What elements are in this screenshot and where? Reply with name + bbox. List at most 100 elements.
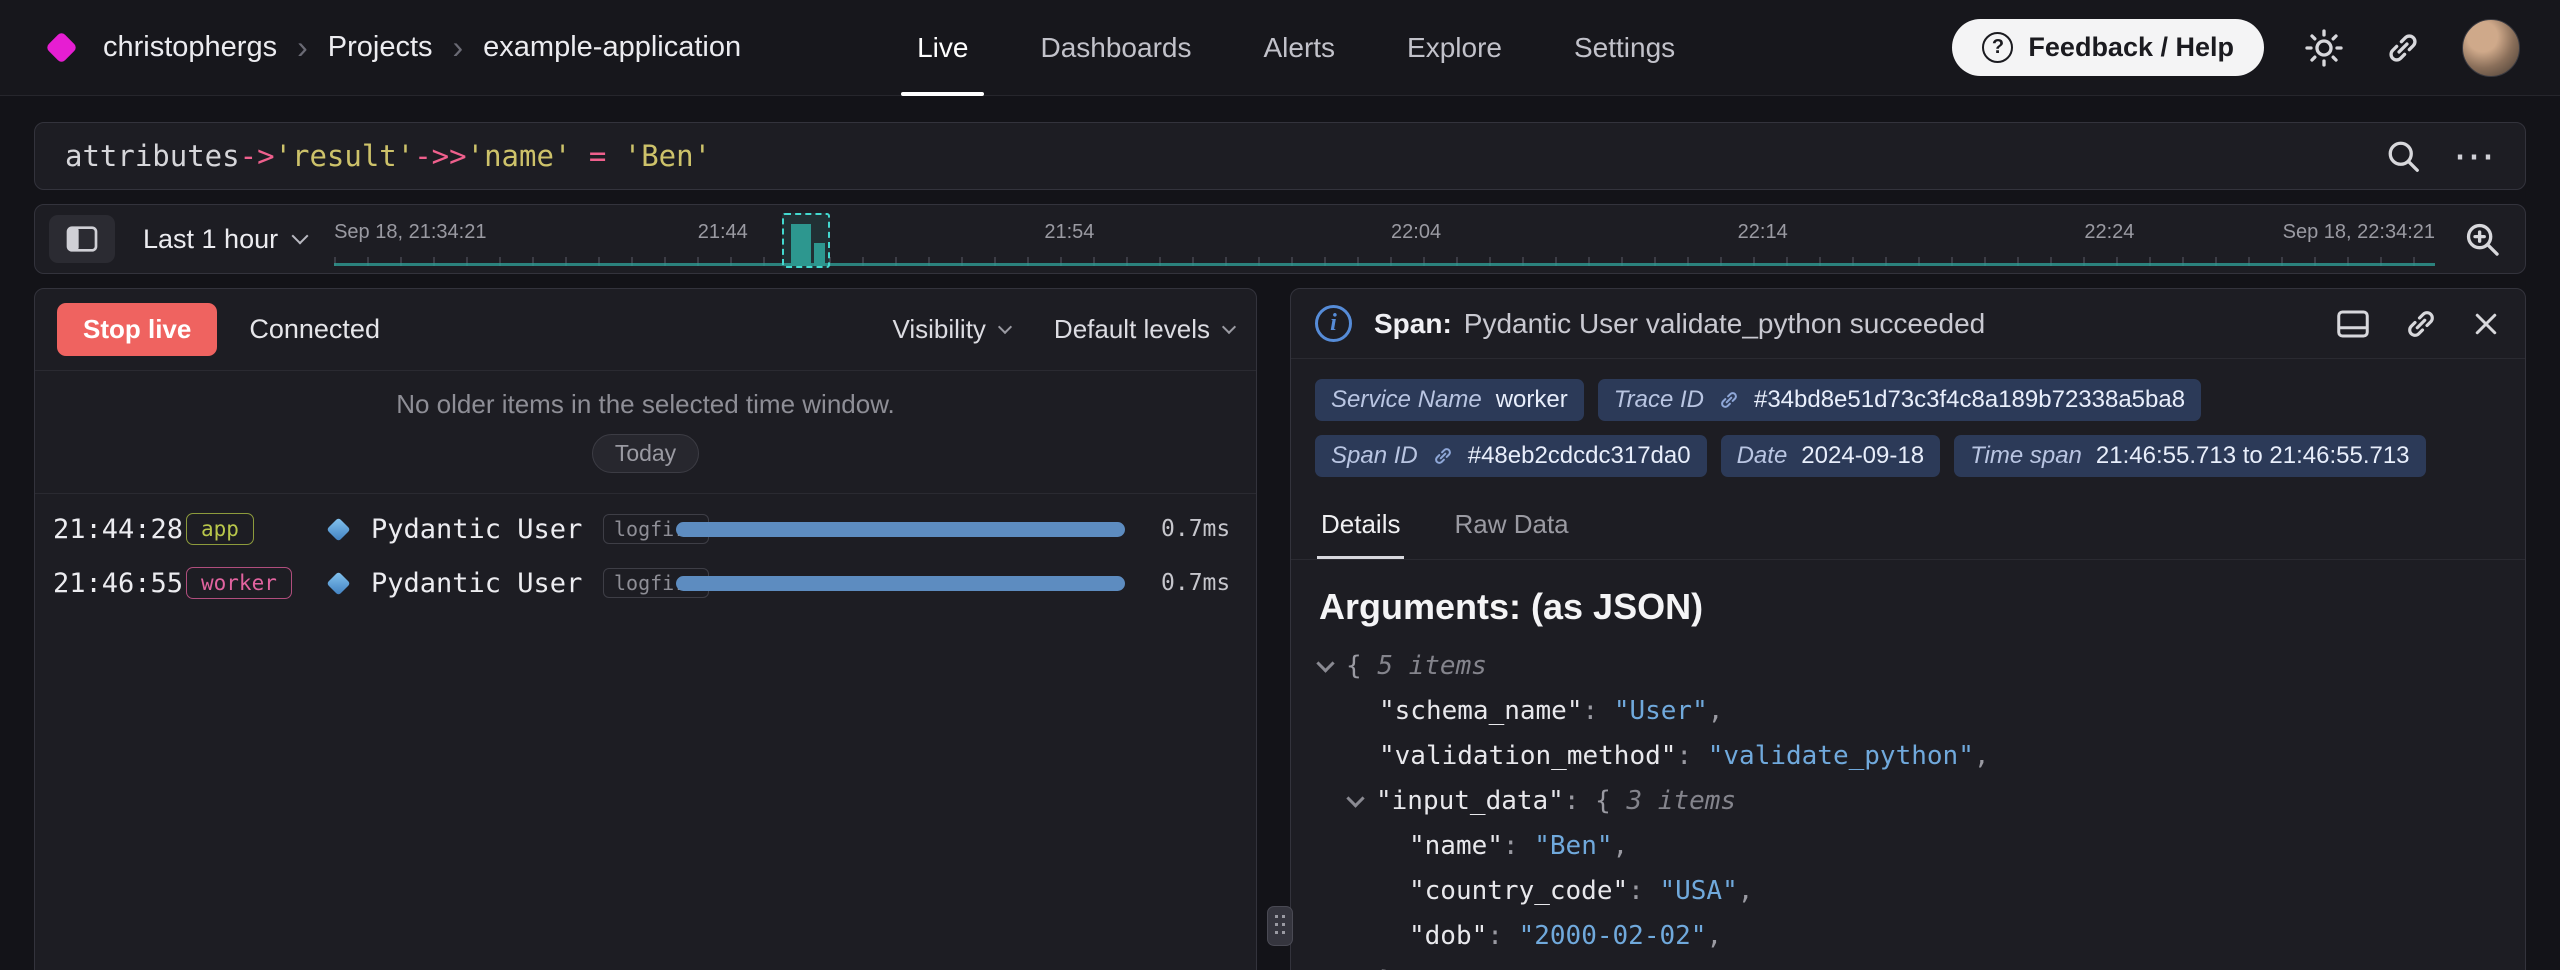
timeline-axis[interactable]: Sep 18, 21:34:2121:4421:5422:0422:1422:2… xyxy=(334,205,2435,273)
breadcrumb-separator-icon: › xyxy=(453,29,464,66)
logfire-logo-icon[interactable] xyxy=(45,31,78,64)
query-token: = xyxy=(571,139,623,173)
histogram-bar xyxy=(791,224,811,266)
span-badges: Service Name worker Trace ID #34bd8e51d73c… xyxy=(1291,359,2525,481)
badge-value: 2024-09-18 xyxy=(1801,442,1924,470)
duration-bar xyxy=(676,576,1125,591)
breadcrumb-item[interactable]: christophergs xyxy=(103,31,277,64)
nav-item-dashboards[interactable]: Dashboards xyxy=(1004,0,1227,96)
json-line: } xyxy=(1319,959,2497,970)
chevron-down-icon xyxy=(1222,319,1236,333)
breadcrumb: christophergs › Projects › example-applicati… xyxy=(103,29,741,66)
span-detail-panel: i Span:Pydantic User validate_python suc… xyxy=(1290,288,2526,970)
json-line: "input_data": { 3 items xyxy=(1319,779,2497,824)
environment-tag: app xyxy=(186,513,254,545)
search-icon[interactable] xyxy=(2385,138,2421,174)
breadcrumb-separator-icon: › xyxy=(297,29,308,66)
span-attribute-badge[interactable]: Span ID #48eb2cdcdc317da0 xyxy=(1315,435,1707,477)
empty-state: No older items in the selected time wind… xyxy=(35,370,1256,494)
live-panel-header: Stop live Connected Visibility Default l… xyxy=(35,289,1256,370)
badge-value: 21:46:55.713 to 21:46:55.713 xyxy=(2096,442,2410,470)
live-panel: Stop live Connected Visibility Default l… xyxy=(34,288,1257,970)
stop-live-button[interactable]: Stop live xyxy=(57,303,217,356)
tab-raw-data[interactable]: Raw Data xyxy=(1450,493,1572,559)
copy-link-icon[interactable] xyxy=(2403,306,2439,342)
main-nav: LiveDashboardsAlertsExploreSettings xyxy=(881,0,1711,96)
span-title-prefix: Span: xyxy=(1374,308,1452,339)
timeline-tick-label: 21:44 xyxy=(698,221,748,244)
time-range-label: Last 1 hour xyxy=(143,224,278,255)
feedback-help-button[interactable]: ? Feedback / Help xyxy=(1952,19,2264,76)
json-line: "country_code": "USA", xyxy=(1319,869,2497,914)
share-link-icon[interactable] xyxy=(2384,29,2422,67)
connection-status: Connected xyxy=(249,314,380,345)
timeline-tick-label: Sep 18, 22:34:21 xyxy=(2283,221,2435,244)
json-line: "schema_name": "User", xyxy=(1319,689,2497,734)
panel-left-toggle-icon[interactable] xyxy=(49,215,115,263)
timeline-bar: Last 1 hour Sep 18, 21:34:2121:4421:5422… xyxy=(34,204,2526,274)
badge-label: Service Name xyxy=(1331,386,1482,414)
badge-label: Date xyxy=(1737,442,1788,470)
span-attribute-badge[interactable]: Trace ID #34bd8e51d73c3f4c8a189b72338a5b… xyxy=(1598,379,2201,421)
badge-label: Time span xyxy=(1970,442,2082,470)
collapse-caret-icon[interactable] xyxy=(1316,654,1334,672)
json-line: "dob": "2000-02-02", xyxy=(1319,914,2497,959)
query-input[interactable]: attributes->'result'->>'name' = 'Ben' xyxy=(65,139,711,173)
query-token: 'name' xyxy=(467,139,572,173)
badge-value: worker xyxy=(1496,386,1568,414)
detail-body: Arguments: (as JSON) { 5 items"schema_na… xyxy=(1291,560,2525,970)
timeline-tick-label: 22:24 xyxy=(2084,221,2134,244)
empty-message: No older items in the selected time wind… xyxy=(35,389,1256,420)
nav-item-alerts[interactable]: Alerts xyxy=(1227,0,1371,96)
log-row[interactable]: 21:46:55workerPydantic Userlogfire0.7ms xyxy=(35,560,1256,606)
default-levels-dropdown[interactable]: Default levels xyxy=(1054,314,1234,345)
breadcrumb-item[interactable]: example-application xyxy=(483,31,741,64)
span-title: Span:Pydantic User validate_python succe… xyxy=(1374,308,1985,340)
dock-panel-icon[interactable] xyxy=(2335,306,2371,342)
environment-tag: worker xyxy=(186,567,292,599)
badge-value: #48eb2cdcdc317da0 xyxy=(1468,442,1691,470)
query-bar[interactable]: attributes->'result'->>'name' = 'Ben' ⋯ xyxy=(34,122,2526,190)
navbar-actions: ? Feedback / Help xyxy=(1952,19,2520,77)
log-rows: 21:44:28appPydantic Userlogfire0.7ms21:4… xyxy=(35,494,1256,626)
query-token: attributes xyxy=(65,139,240,173)
nav-item-live[interactable]: Live xyxy=(881,0,1004,96)
duration-bar xyxy=(676,522,1125,537)
nav-item-settings[interactable]: Settings xyxy=(1538,0,1711,96)
query-token: 'Ben' xyxy=(624,139,711,173)
timeline-selection[interactable] xyxy=(782,213,830,268)
arguments-heading: Arguments: (as JSON) xyxy=(1319,586,2497,628)
nav-item-explore[interactable]: Explore xyxy=(1371,0,1538,96)
span-attribute-badge: Date 2024-09-18 xyxy=(1721,435,1940,477)
more-options-icon[interactable]: ⋯ xyxy=(2453,146,2495,166)
badge-label: Trace ID xyxy=(1614,386,1704,414)
timeline-tick-label: Sep 18, 21:34:21 xyxy=(334,221,486,244)
json-line: "validation_method": "validate_python", xyxy=(1319,734,2497,779)
chevron-down-icon xyxy=(998,319,1012,333)
today-chip[interactable]: Today xyxy=(592,434,699,473)
timeline-tick-label: 22:14 xyxy=(1738,221,1788,244)
zoom-in-icon[interactable] xyxy=(2463,220,2501,258)
json-line: { 5 items xyxy=(1319,644,2497,689)
log-timestamp: 21:46:55 xyxy=(53,568,186,599)
span-name: Pydantic User xyxy=(371,568,603,599)
duration-label: 0.7ms xyxy=(1161,570,1230,596)
tab-details[interactable]: Details xyxy=(1317,493,1404,559)
span-name: Pydantic User xyxy=(371,514,603,545)
breadcrumb-item[interactable]: Projects xyxy=(328,31,433,64)
collapse-caret-icon[interactable] xyxy=(1346,789,1364,807)
theme-toggle-icon[interactable] xyxy=(2304,28,2344,68)
pydantic-diamond-icon xyxy=(326,571,350,595)
log-row[interactable]: 21:44:28appPydantic Userlogfire0.7ms xyxy=(35,506,1256,552)
badge-link-icon xyxy=(1432,445,1454,467)
default-levels-label: Default levels xyxy=(1054,314,1210,345)
visibility-dropdown[interactable]: Visibility xyxy=(892,314,1009,345)
content-panels: Stop live Connected Visibility Default l… xyxy=(34,288,2526,970)
user-avatar[interactable] xyxy=(2462,19,2520,77)
json-viewer: { 5 items"schema_name": "User","validati… xyxy=(1319,644,2497,970)
close-icon[interactable] xyxy=(2471,309,2501,339)
badge-label: Span ID xyxy=(1331,442,1418,470)
panel-resize-handle[interactable] xyxy=(1267,906,1293,946)
time-range-dropdown[interactable]: Last 1 hour xyxy=(143,224,306,255)
chevron-down-icon xyxy=(292,228,309,245)
